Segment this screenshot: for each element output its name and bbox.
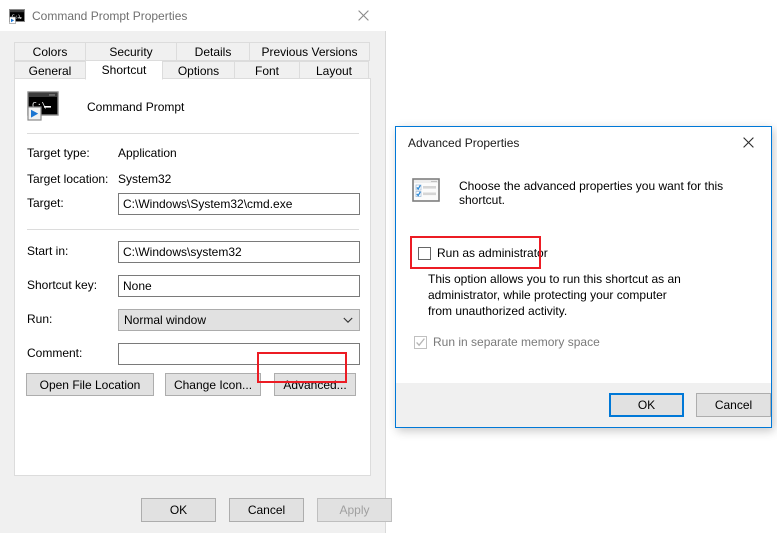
advanced-footer: OK Cancel bbox=[396, 383, 771, 427]
run-as-administrator-checkbox[interactable] bbox=[418, 246, 431, 260]
tab-colors-label: Colors bbox=[32, 44, 68, 59]
tabstrip: Colors Security Details Previous Version… bbox=[14, 42, 371, 80]
tab-general-label: General bbox=[28, 64, 72, 78]
advanced-cancel-label: Cancel bbox=[714, 398, 753, 412]
target-input[interactable] bbox=[118, 193, 360, 215]
tab-previous-versions-label: Previous Versions bbox=[261, 44, 358, 59]
tab-options-label: Options bbox=[177, 64, 220, 78]
advanced-button[interactable]: Advanced... bbox=[274, 373, 356, 396]
field-start-in-label: Start in: bbox=[27, 244, 69, 258]
advanced-titlebar: Advanced Properties bbox=[396, 127, 771, 158]
advanced-footer-buttons: OK Cancel bbox=[609, 393, 771, 417]
field-target: Target: bbox=[27, 193, 360, 215]
field-comment: Comment: bbox=[27, 343, 360, 365]
run-dropdown-value: Normal window bbox=[124, 313, 207, 327]
tab-security[interactable]: Security bbox=[85, 42, 177, 61]
tab-shortcut[interactable]: Shortcut bbox=[85, 60, 163, 80]
field-target-location-label: Target location: bbox=[27, 172, 109, 186]
command-prompt-icon: C:\ bbox=[9, 8, 25, 24]
field-target-location-value: System32 bbox=[118, 172, 172, 186]
tab-details[interactable]: Details bbox=[176, 42, 250, 61]
shortcut-tab-panel: C:\ Command Prompt Target type: Applicat… bbox=[14, 78, 371, 476]
apply-button: Apply bbox=[317, 498, 392, 522]
field-target-type-label: Target type: bbox=[27, 146, 90, 160]
shortcut-app-name: Command Prompt bbox=[87, 99, 185, 114]
field-comment-label: Comment: bbox=[27, 346, 83, 360]
field-run-label: Run: bbox=[27, 312, 53, 326]
shortcut-action-buttons: Open File Location Change Icon... Advanc… bbox=[26, 373, 356, 396]
run-as-administrator-help-text: This option allows you to run this short… bbox=[428, 272, 681, 318]
advanced-body: Choose the advanced properties you want … bbox=[396, 158, 771, 383]
advanced-cancel-button[interactable]: Cancel bbox=[696, 393, 771, 417]
apply-button-label: Apply bbox=[339, 503, 370, 517]
tab-layout-label: Layout bbox=[315, 64, 353, 78]
command-prompt-icon: C:\ bbox=[27, 89, 59, 124]
close-icon[interactable] bbox=[726, 128, 771, 158]
field-target-type: Target type: Application bbox=[27, 143, 360, 165]
run-as-administrator-label: Run as administrator bbox=[437, 246, 548, 260]
field-run: Run: Normal window bbox=[27, 309, 360, 331]
divider-middle bbox=[27, 229, 359, 230]
advanced-intro-row: Choose the advanced properties you want … bbox=[412, 178, 771, 207]
tab-security-label: Security bbox=[109, 44, 153, 59]
advanced-intro-text: Choose the advanced properties you want … bbox=[459, 178, 724, 207]
close-icon[interactable] bbox=[341, 1, 386, 31]
open-file-location-button[interactable]: Open File Location bbox=[26, 373, 154, 396]
comment-input[interactable] bbox=[118, 343, 360, 365]
ok-button-label: OK bbox=[169, 503, 188, 517]
field-shortcut-key-label: Shortcut key: bbox=[27, 278, 98, 292]
tab-colors[interactable]: Colors bbox=[14, 42, 86, 61]
start-in-input[interactable] bbox=[118, 241, 360, 263]
run-as-administrator-checkbox-row[interactable]: Run as administrator bbox=[418, 246, 548, 260]
shortcut-app-header: C:\ Command Prompt bbox=[27, 89, 184, 124]
field-target-label: Target: bbox=[27, 196, 64, 210]
advanced-ok-button[interactable]: OK bbox=[609, 393, 684, 417]
field-shortcut-key: Shortcut key: bbox=[27, 275, 360, 297]
ok-button[interactable]: OK bbox=[141, 498, 216, 522]
divider-top bbox=[27, 133, 359, 134]
shortcut-key-input[interactable] bbox=[118, 275, 360, 297]
main-window-title: Command Prompt Properties bbox=[32, 8, 188, 23]
separate-memory-space-label: Run in separate memory space bbox=[433, 335, 600, 349]
open-file-location-label: Open File Location bbox=[39, 377, 141, 392]
chevron-down-icon bbox=[337, 317, 359, 324]
change-icon-label: Change Icon... bbox=[173, 377, 253, 392]
tabrow-top: Colors Security Details Previous Version… bbox=[14, 42, 371, 61]
main-titlebar: C:\ Command Prompt Properties bbox=[0, 0, 386, 31]
advanced-properties-window: Advanced Properties Choose the advanced … bbox=[395, 126, 772, 428]
field-start-in: Start in: bbox=[27, 241, 360, 263]
field-target-location: Target location: System32 bbox=[27, 169, 360, 191]
separate-memory-space-checkbox-row: Run in separate memory space bbox=[414, 335, 600, 349]
tab-previous-versions[interactable]: Previous Versions bbox=[249, 42, 370, 61]
properties-checklist-icon bbox=[412, 178, 440, 207]
tab-details-label: Details bbox=[194, 44, 232, 59]
command-prompt-properties-window: C:\ Command Prompt Properties Colors Sec… bbox=[0, 0, 392, 533]
cancel-button-label: Cancel bbox=[247, 503, 286, 517]
main-footer-buttons: OK Cancel Apply bbox=[141, 498, 392, 522]
advanced-ok-label: OK bbox=[637, 398, 656, 412]
field-target-type-value: Application bbox=[118, 146, 177, 160]
cancel-button[interactable]: Cancel bbox=[229, 498, 304, 522]
advanced-button-label: Advanced... bbox=[283, 377, 347, 392]
tab-shortcut-label: Shortcut bbox=[101, 63, 147, 77]
run-dropdown[interactable]: Normal window bbox=[118, 309, 360, 331]
change-icon-button[interactable]: Change Icon... bbox=[165, 373, 261, 396]
tab-font-label: Font bbox=[254, 64, 279, 78]
separate-memory-space-checkbox bbox=[414, 335, 427, 349]
advanced-window-title: Advanced Properties bbox=[408, 135, 520, 150]
